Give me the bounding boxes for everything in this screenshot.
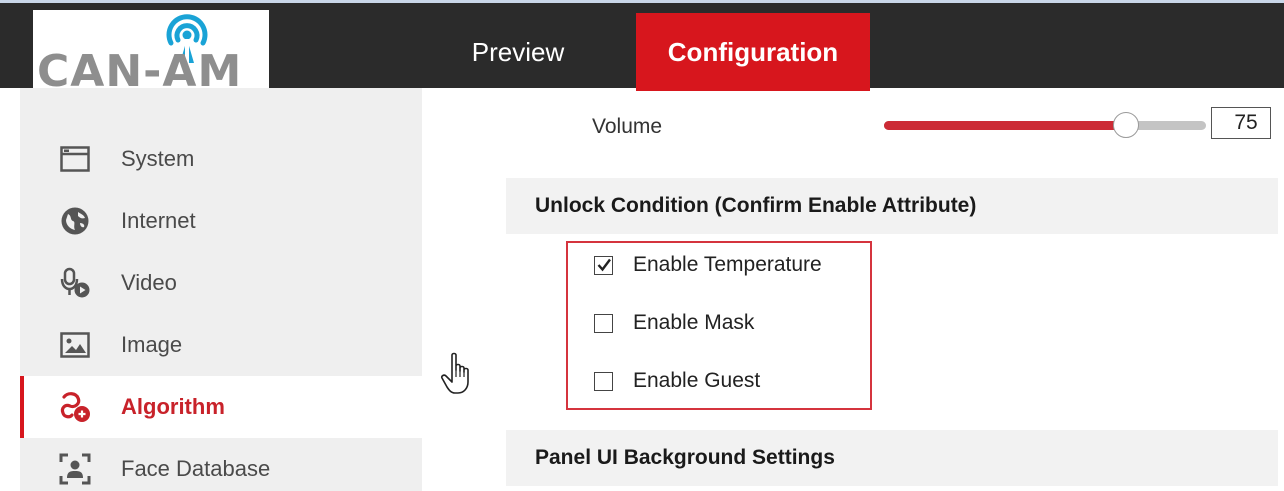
volume-slider-thumb[interactable] bbox=[1113, 112, 1139, 138]
volume-value-input[interactable] bbox=[1211, 107, 1271, 139]
enable-mask-checkbox[interactable] bbox=[594, 313, 613, 333]
face-frame-icon bbox=[58, 452, 92, 486]
section-title: Panel UI Background Settings bbox=[535, 446, 835, 469]
sidebar-item-label: Face Database bbox=[121, 456, 271, 481]
algorithm-icon bbox=[58, 390, 92, 424]
globe-icon bbox=[58, 204, 92, 238]
checkmark-icon bbox=[597, 258, 611, 271]
sidebar-item-label: Internet bbox=[121, 208, 196, 233]
enable-temperature-checkbox[interactable] bbox=[594, 255, 613, 275]
sidebar-item-face-database[interactable]: Face Database bbox=[20, 438, 422, 491]
sidebar-item-image[interactable]: Image bbox=[20, 314, 422, 376]
tab-preview[interactable]: Preview bbox=[448, 13, 588, 91]
sidebar: System Internet Video Image Algorithm Fa… bbox=[20, 88, 422, 491]
sidebar-item-label: Video bbox=[121, 270, 177, 295]
sidebar-item-algorithm[interactable]: Algorithm bbox=[20, 376, 422, 438]
checkbox-label: Enable Mask bbox=[633, 311, 755, 334]
sidebar-item-label: Image bbox=[121, 332, 183, 357]
sidebar-item-video[interactable]: Video bbox=[20, 252, 422, 314]
sidebar-item-label: Algorithm bbox=[121, 394, 225, 419]
checkbox-label: Enable Temperature bbox=[633, 253, 822, 276]
image-icon bbox=[58, 328, 92, 362]
microphone-play-icon bbox=[58, 266, 92, 300]
enable-mask-option[interactable]: Enable Mask bbox=[594, 308, 754, 338]
hand-cursor-icon bbox=[441, 352, 469, 394]
unlock-condition-header: Unlock Condition (Confirm Enable Attribu… bbox=[506, 178, 1278, 234]
sidebar-item-label: System bbox=[121, 146, 195, 171]
top-navigation-bar: CAN-AM Preview Configuration bbox=[0, 0, 1284, 94]
volume-slider-fill bbox=[884, 121, 1126, 130]
panel-ui-background-header: Panel UI Background Settings bbox=[506, 430, 1278, 486]
enable-temperature-option[interactable]: Enable Temperature bbox=[594, 250, 822, 280]
enable-guest-checkbox[interactable] bbox=[594, 371, 613, 391]
enable-guest-option[interactable]: Enable Guest bbox=[594, 366, 760, 396]
window-icon bbox=[58, 142, 92, 176]
app-root: CAN-AM Preview Configuration System Inte… bbox=[0, 0, 1284, 491]
volume-label: Volume bbox=[592, 115, 663, 138]
tab-configuration[interactable]: Configuration bbox=[636, 13, 870, 91]
checkbox-label: Enable Guest bbox=[633, 369, 761, 392]
section-title: Unlock Condition (Confirm Enable Attribu… bbox=[535, 194, 977, 217]
logo: CAN-AM bbox=[33, 10, 269, 94]
volume-slider[interactable] bbox=[884, 112, 1206, 138]
sidebar-item-internet[interactable]: Internet bbox=[20, 190, 422, 252]
sidebar-item-system[interactable]: System bbox=[20, 128, 422, 190]
